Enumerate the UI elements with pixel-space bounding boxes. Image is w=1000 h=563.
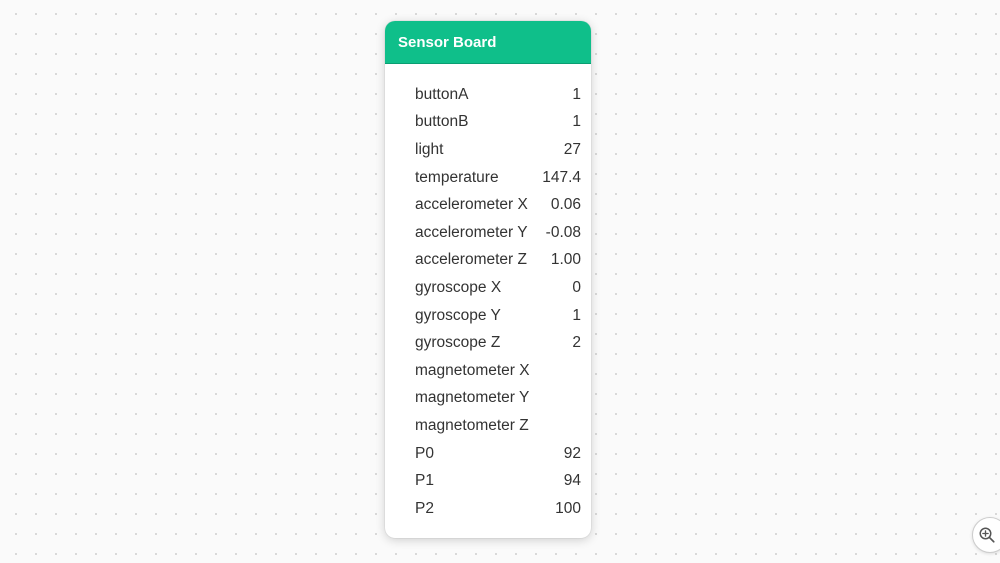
sensor-row: buttonB 1 — [415, 109, 581, 137]
sensor-row: gyroscope Y 1 — [415, 302, 581, 330]
sensor-row: magnetometer X — [415, 357, 581, 385]
sensor-label: accelerometer Y — [415, 223, 528, 241]
sensor-label: buttonA — [415, 85, 469, 103]
sensor-row: accelerometer Z 1.00 — [415, 247, 581, 275]
zoom-in-button[interactable] — [972, 517, 1000, 553]
sensor-row: gyroscope X 0 — [415, 274, 581, 302]
sensor-label: P0 — [415, 444, 434, 462]
sensor-row: P1 94 — [415, 467, 581, 495]
sensor-row: magnetometer Z — [415, 412, 581, 440]
sensor-value: 1 — [572, 306, 581, 324]
sensor-label: magnetometer Y — [415, 389, 530, 407]
sensor-label: gyroscope Z — [415, 334, 501, 352]
sensor-label: gyroscope Y — [415, 306, 501, 324]
sensor-list: buttonA 1 buttonB 1 light 27 temperature 147.4 a… — [385, 64, 591, 523]
sensor-value: 100 — [555, 499, 581, 517]
node-header[interactable]: Sensor Board — [385, 21, 591, 64]
sensor-value: 1.00 — [550, 251, 581, 269]
sensor-row: magnetometer Y — [415, 385, 581, 413]
sensor-label: magnetometer X — [415, 361, 530, 379]
sensor-row: accelerometer Y -0.08 — [415, 219, 581, 247]
sensor-label: P2 — [415, 499, 434, 517]
sensor-label: P1 — [415, 472, 434, 490]
sensor-label: accelerometer Z — [415, 251, 527, 269]
sensor-value: -0.08 — [545, 223, 581, 241]
sensor-value: 147.4 — [542, 168, 581, 186]
sensor-label: buttonB — [415, 113, 469, 131]
sensor-row: light 27 — [415, 136, 581, 164]
sensor-row: gyroscope Z 2 — [415, 329, 581, 357]
sensor-row: P2 100 — [415, 495, 581, 523]
zoom-in-icon — [979, 527, 995, 543]
sensor-value: 92 — [563, 444, 581, 462]
sensor-value: 2 — [572, 334, 581, 352]
sensor-value: 1 — [572, 85, 581, 103]
sensor-label: light — [415, 140, 444, 158]
sensor-row: buttonA 1 — [415, 81, 581, 109]
sensor-row: P0 92 — [415, 440, 581, 468]
sensor-label: accelerometer X — [415, 196, 528, 214]
sensor-value: 94 — [563, 472, 581, 490]
sensor-value: 27 — [563, 140, 581, 158]
sensor-label: temperature — [415, 168, 499, 186]
sensor-label: magnetometer Z — [415, 416, 529, 434]
sensor-row: temperature 147.4 — [415, 164, 581, 192]
node-title: Sensor Board — [398, 33, 497, 51]
sensor-value: 1 — [572, 113, 581, 131]
sensor-value: 0 — [572, 278, 581, 296]
sensor-row: accelerometer X 0.06 — [415, 191, 581, 219]
sensor-board-node[interactable]: Sensor Board buttonA 1 buttonB 1 light 27 temp… — [385, 21, 591, 538]
sensor-label: gyroscope X — [415, 278, 502, 296]
sensor-value: 0.06 — [550, 196, 581, 214]
